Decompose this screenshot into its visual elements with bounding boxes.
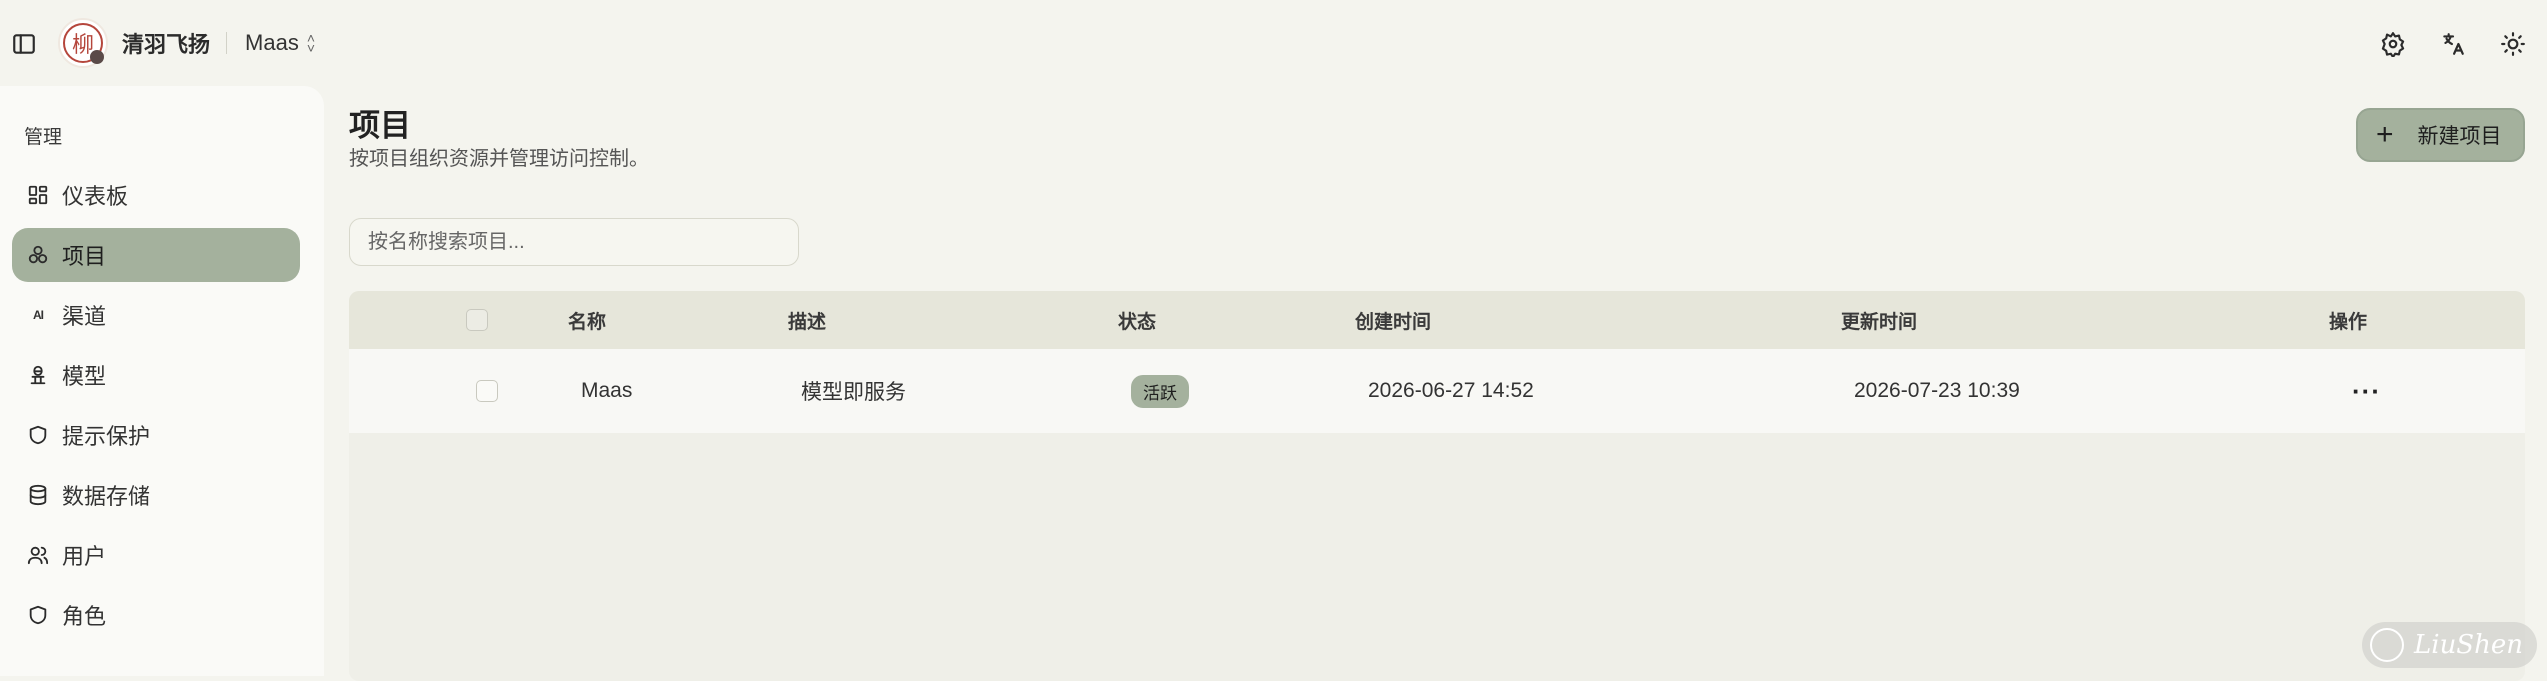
watermark-logo	[2370, 628, 2404, 662]
settings-button[interactable]	[2369, 20, 2417, 68]
sidebar-nav: 仪表板 项目 AI 渠道 模型 提示保护 数	[0, 168, 324, 648]
header-updated[interactable]: 更新时间	[1841, 291, 1917, 349]
dashboard-icon	[26, 183, 50, 207]
shield-icon	[26, 423, 50, 447]
sidebar-item-data-storage[interactable]: 数据存储	[12, 468, 300, 522]
search-input[interactable]	[349, 218, 799, 266]
language-button[interactable]	[2429, 20, 2477, 68]
cell-actions: ···	[2352, 349, 2381, 433]
projects-table: 名称 描述 状态 创建时间 更新时间 操作 Maas 模型即服务 活跃 2026…	[349, 291, 2525, 681]
sidebar-item-models[interactable]: 模型	[12, 348, 300, 402]
sidebar-item-roles[interactable]: 角色	[12, 588, 300, 642]
sun-icon	[2500, 31, 2526, 57]
row-checkbox[interactable]	[476, 380, 498, 402]
users-icon	[26, 543, 50, 567]
watermark-text: LiuShen	[2414, 630, 2523, 660]
sidebar-toggle-icon	[11, 31, 37, 57]
sidebar-item-label: 仪表板	[62, 179, 128, 211]
sidebar-item-users[interactable]: 用户	[12, 528, 300, 582]
cell-updated: 2026-07-23 10:39	[1854, 349, 2020, 433]
row-select-cell	[476, 349, 498, 433]
table-header: 名称 描述 状态 创建时间 更新时间 操作	[349, 291, 2525, 349]
plus-icon: +	[2376, 120, 2394, 150]
ai-icon-text: AI	[33, 308, 43, 322]
sidebar-item-label: 模型	[62, 359, 106, 391]
page-subtitle: 按项目组织资源并管理访问控制。	[349, 142, 649, 171]
database-icon	[26, 483, 50, 507]
select-all-checkbox[interactable]	[466, 309, 488, 331]
ai-icon: AI	[26, 303, 50, 327]
header-actions: 操作	[2329, 291, 2367, 349]
more-actions-button[interactable]: ···	[2352, 376, 2381, 407]
top-actions	[2369, 20, 2537, 68]
status-badge: 活跃	[1131, 375, 1189, 408]
role-shield-icon	[26, 603, 50, 627]
sidebar-item-label: 提示保护	[62, 419, 150, 451]
select-all-cell	[466, 291, 488, 349]
sidebar-item-prompt-guard[interactable]: 提示保护	[12, 408, 300, 462]
sidebar-item-label: 渠道	[62, 299, 106, 331]
current-project-name: Maas	[245, 30, 299, 56]
header-description: 描述	[788, 291, 826, 349]
sidebar-item-projects[interactable]: 项目	[12, 228, 300, 282]
brand-divider	[226, 32, 227, 54]
theme-toggle-button[interactable]	[2489, 20, 2537, 68]
projects-icon	[26, 243, 50, 267]
header-status: 状态	[1118, 291, 1156, 349]
page-title: 项目	[349, 100, 411, 145]
sidebar-item-label: 用户	[62, 539, 106, 571]
brand: 柳 清羽飞扬 Maas ˄˅	[58, 18, 315, 68]
sidebar-toggle-button[interactable]	[0, 20, 48, 68]
sidebar-item-channels[interactable]: AI 渠道	[12, 288, 300, 342]
translate-icon	[2440, 31, 2466, 57]
sidebar-item-label: 项目	[62, 239, 106, 271]
new-project-label: 新建项目	[2418, 120, 2502, 150]
sidebar-item-dashboard[interactable]: 仪表板	[12, 168, 300, 222]
cell-created: 2026-06-27 14:52	[1368, 349, 1534, 433]
new-project-button[interactable]: + 新建项目	[2356, 108, 2525, 162]
gear-icon	[2380, 31, 2406, 57]
table-row[interactable]: Maas 模型即服务 活跃 2026-06-27 14:52 2026-07-2…	[349, 349, 2525, 433]
sidebar-group-label: 管理	[24, 122, 62, 149]
watermark: LiuShen	[2362, 622, 2537, 668]
brand-logo[interactable]: 柳	[58, 18, 108, 68]
cell-name[interactable]: Maas	[581, 349, 632, 433]
model-icon	[26, 363, 50, 387]
cell-description: 模型即服务	[801, 349, 906, 433]
logo-dot	[90, 50, 104, 64]
chevron-up-down-icon: ˄˅	[307, 33, 315, 53]
sidebar: 管理 仪表板 项目 AI 渠道 模型 提示保护	[0, 86, 324, 676]
sidebar-item-label: 数据存储	[62, 479, 150, 511]
header-created[interactable]: 创建时间	[1355, 291, 1431, 349]
top-bar: 柳 清羽飞扬 Maas ˄˅	[0, 0, 2547, 86]
brand-name: 清羽飞扬	[122, 27, 210, 59]
project-switcher[interactable]: Maas ˄˅	[245, 30, 315, 56]
sidebar-item-label: 角色	[62, 599, 106, 631]
header-name[interactable]: 名称	[568, 291, 606, 349]
cell-status: 活跃	[1131, 349, 1189, 433]
